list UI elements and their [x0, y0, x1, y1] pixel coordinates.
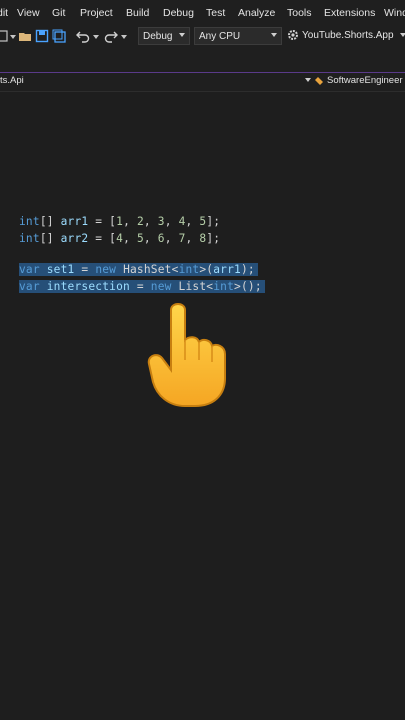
toolbar: Debug Any CPU YouTube.Shorts.App [0, 25, 405, 49]
project-dropdown[interactable]: ts.Api [0, 75, 24, 86]
redo-icon[interactable] [104, 29, 118, 43]
menu-view[interactable]: View [17, 7, 40, 19]
new-file-icon[interactable] [0, 29, 10, 43]
undo-icon[interactable] [76, 29, 90, 43]
menu-window[interactable]: Window [384, 7, 405, 19]
menu-extensions[interactable]: Extensions [324, 7, 375, 19]
menu-bar: Edit View Git Project Build Debug Test A… [0, 0, 405, 25]
startup-project-select[interactable]: YouTube.Shorts.App [287, 29, 405, 41]
chevron-down-icon [271, 33, 277, 37]
gear-icon [288, 30, 298, 40]
code-line-3: var set1 = new HashSet<int>(arr1); [19, 263, 258, 276]
code-line-1: int[] arr1 = [1, 2, 3, 4, 5]; [19, 215, 221, 228]
pointing-hand-icon [147, 303, 226, 407]
startup-project-label: YouTube.Shorts.App [302, 29, 394, 41]
menu-tools[interactable]: Tools [287, 7, 312, 19]
open-folder-icon[interactable] [18, 29, 32, 43]
platform-value: Any CPU [199, 30, 241, 42]
chevron-down-icon [399, 33, 405, 37]
configuration-select[interactable]: Debug [138, 27, 190, 45]
new-dropdown-icon[interactable] [10, 35, 16, 39]
menu-analyze[interactable]: Analyze [238, 7, 275, 19]
class-icon [315, 76, 323, 85]
chevron-down-icon [179, 33, 185, 37]
menu-project[interactable]: Project [80, 7, 113, 19]
member-dropdown[interactable]: SoftwareEngineer [314, 75, 403, 86]
menu-git[interactable]: Git [52, 7, 65, 19]
save-icon[interactable] [35, 29, 49, 43]
platform-select[interactable]: Any CPU [194, 27, 282, 45]
code-line-4: var intersection = new List<int>(); [19, 280, 265, 293]
configuration-value: Debug [143, 30, 173, 42]
navigation-bar: ts.Api SoftwareEngineer [0, 72, 405, 92]
menu-debug[interactable]: Debug [163, 7, 194, 19]
chevron-down-icon[interactable] [305, 78, 311, 82]
undo-dropdown-icon[interactable] [93, 35, 99, 39]
code-line-2: int[] arr2 = [4, 5, 6, 7, 8]; [19, 232, 221, 245]
member-label: SoftwareEngineer [327, 75, 403, 86]
menu-edit[interactable]: Edit [0, 7, 8, 19]
tab-strip [0, 49, 405, 72]
save-all-icon[interactable] [52, 29, 66, 43]
menu-build[interactable]: Build [126, 7, 149, 19]
menu-test[interactable]: Test [206, 7, 225, 19]
redo-dropdown-icon[interactable] [121, 35, 127, 39]
